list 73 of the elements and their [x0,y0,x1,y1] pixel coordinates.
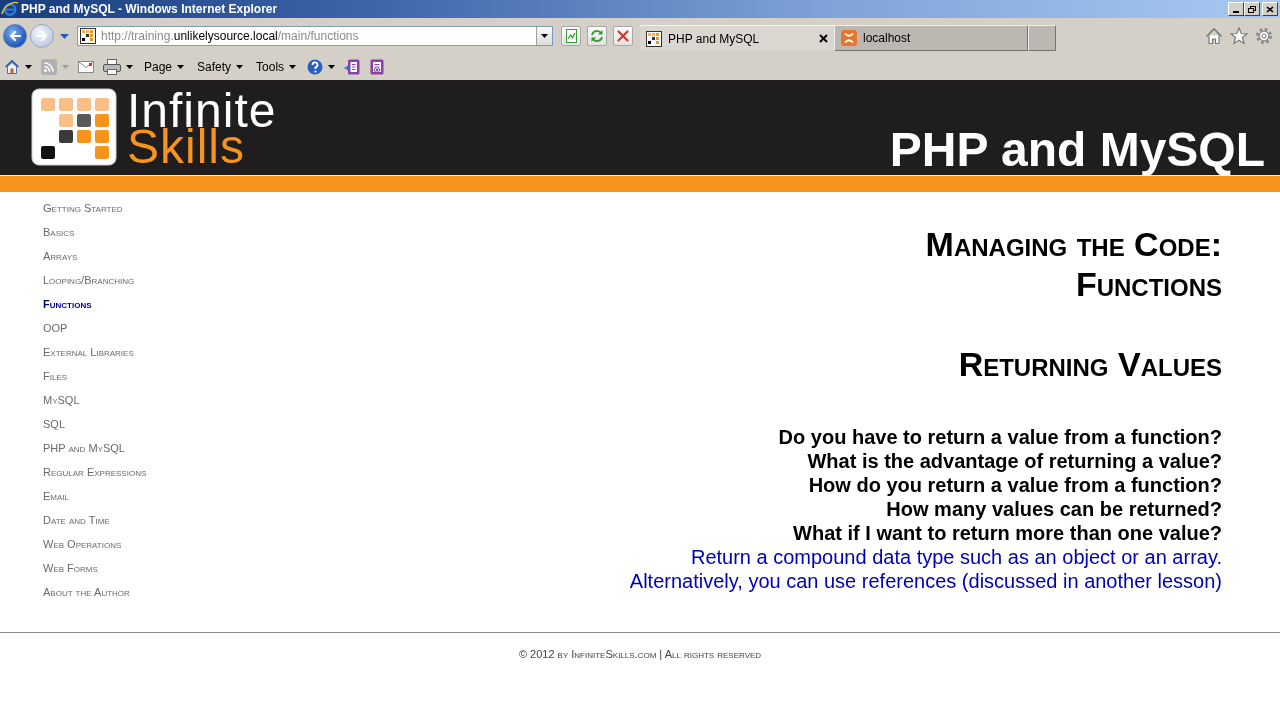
copyright-text: © 2012 by InfiniteSkills.com | All rights reserved [518,648,762,660]
nav-link[interactable]: Date and Time [43,513,110,527]
answer-text: Return a compound data type such as an object or an array. [690,545,1222,569]
browser-logo-icon [1,0,19,18]
logo-text: Infinite [127,93,277,129]
page-icon [564,29,578,43]
dropdown-button[interactable] [536,27,552,45]
stop-button[interactable] [613,26,633,46]
answer-text: Alternatively, you can use references (discussed in another lesson) [629,569,1222,593]
minimize-button[interactable] [1228,2,1244,16]
stop-icon [616,29,630,43]
url-text: http://training.unlikelysource.local/main/functions [101,29,359,43]
back-button[interactable] [3,24,27,48]
nav-link[interactable]: Regular Expressions [43,465,147,479]
home-icon[interactable] [1205,27,1223,45]
tile-favicon-icon [841,30,857,46]
question-text: How many values can be returned? [886,497,1222,521]
nav-link[interactable]: Arrays [43,249,78,263]
menu-button[interactable]: Tools [254,60,299,74]
nav-link[interactable]: OOP [43,321,68,335]
close-button[interactable] [1262,2,1278,16]
caret-icon [541,34,548,38]
nav-link[interactable]: About the Author [43,585,130,599]
page-title: Managing the Code: Functions [924,224,1222,304]
nav-link[interactable]: SQL [43,417,65,431]
question-text: What is the advantage of returning a value? [807,449,1222,473]
printer-icon[interactable] [103,59,121,75]
nav-link[interactable]: Web Operations [43,537,122,551]
window-title: PHP and MySQL - Windows Internet Explorer [21,2,278,16]
banner-title: PHP and MySQL [889,126,1265,174]
restore-icon [1248,5,1256,13]
nav-link[interactable]: Email [43,489,69,503]
section-title: Returning Values [958,344,1222,384]
settings-icon[interactable] [1255,27,1273,45]
menu-button[interactable]: Safety [195,60,246,74]
home-icon[interactable] [4,59,20,75]
caret-icon[interactable] [25,65,32,69]
arrow-right-icon [36,31,48,41]
caret-icon[interactable] [328,65,336,69]
nav-link[interactable]: Files [43,369,68,383]
grid-logo-icon [31,88,117,166]
mail-icon[interactable] [78,60,94,74]
tab[interactable]: PHP and MySQL [640,25,834,51]
nav-link[interactable]: Functions [43,297,92,311]
caret-icon[interactable] [126,65,133,69]
menu-button[interactable]: Page [142,60,187,74]
close-icon[interactable] [819,34,828,43]
star-icon[interactable] [1230,27,1248,45]
help-icon[interactable] [307,59,324,75]
question-text: Do you have to return a value from a function? [778,425,1222,449]
arrow-left-icon [9,31,21,41]
nav-link[interactable]: Getting Started [43,201,123,215]
new-tab-button[interactable] [1028,25,1056,51]
nav-link[interactable]: External Libraries [43,345,134,359]
tab[interactable]: localhost [834,25,1028,51]
page-view-button[interactable] [561,26,581,46]
logo-text: Skills [127,129,245,165]
question-text: What if I want to return more than one value? [793,521,1222,545]
nav-link[interactable]: Web Forms [43,561,98,575]
nav-link[interactable]: Looping/Branching [43,273,135,287]
restore-button[interactable] [1244,2,1260,16]
notebook-arrow-icon[interactable] [344,59,361,75]
grid-favicon-icon [646,30,662,47]
question-text: How do you return a value from a function? [808,473,1222,497]
nav-link[interactable]: Basics [43,225,75,239]
refresh-button[interactable] [587,26,607,46]
nav-link[interactable]: MySQL [43,393,80,407]
notebook-link-icon[interactable] [369,59,386,75]
address-field[interactable]: http://training.unlikelysource.local/main/functions [77,26,553,46]
nav-link[interactable]: PHP and MySQL [43,441,125,455]
refresh-icon [590,29,604,43]
grid-favicon-icon [80,28,96,44]
close-icon [1266,5,1274,13]
